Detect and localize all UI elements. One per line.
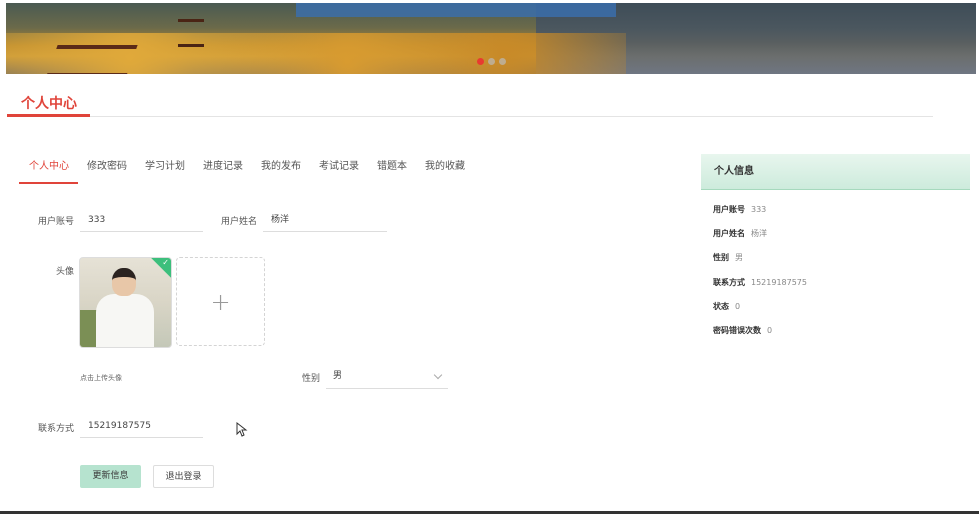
tab-my-posts[interactable]: 我的发布: [252, 160, 310, 182]
info-row-name: 用户姓名 杨洋: [713, 229, 767, 238]
bench-image: [46, 45, 138, 74]
chevron-down-icon: [433, 370, 443, 380]
info-row-account: 用户账号 333: [713, 205, 767, 214]
tab-wrong-questions[interactable]: 错题本: [368, 160, 416, 182]
info-panel-title: 个人信息: [701, 154, 970, 190]
contact-label: 联系方式: [37, 424, 74, 434]
mouse-cursor-icon: [236, 422, 248, 437]
gender-select[interactable]: 男: [326, 366, 448, 389]
banner-tarp-image: [296, 3, 616, 17]
info-row-gender: 性别男: [713, 253, 743, 262]
upload-hint: 点击上传头像: [80, 374, 122, 382]
name-label: 用户姓名: [220, 217, 257, 227]
tab-exam-records[interactable]: 考试记录: [310, 160, 368, 182]
title-underline: [7, 114, 90, 117]
update-info-button[interactable]: 更新信息: [80, 465, 141, 488]
logout-button[interactable]: 退出登录: [153, 465, 214, 488]
account-label: 用户账号: [37, 217, 74, 227]
avatar[interactable]: ✓: [79, 257, 172, 348]
carousel-dot[interactable]: [499, 58, 506, 65]
title-divider: [7, 116, 933, 117]
carousel-dot[interactable]: [488, 58, 495, 65]
tab-profile[interactable]: 个人中心: [19, 160, 78, 184]
gender-value: 男: [333, 371, 343, 381]
info-row-status: 状态 0: [713, 302, 741, 311]
gender-label: 性别: [301, 374, 320, 384]
tab-study-plan[interactable]: 学习计划: [136, 160, 194, 182]
tab-change-password[interactable]: 修改密码: [78, 160, 136, 182]
account-field[interactable]: 333: [80, 210, 203, 232]
tab-favorites[interactable]: 我的收藏: [416, 160, 474, 182]
info-row-contact: 联系方式 15219187575: [713, 278, 807, 287]
check-icon: ✓: [162, 258, 169, 267]
carousel-indicators: [477, 58, 506, 65]
page-title: 个人中心: [21, 96, 77, 112]
carousel-dot[interactable]: [477, 58, 484, 65]
name-field[interactable]: 杨洋: [263, 210, 387, 232]
tab-progress[interactable]: 进度记录: [194, 160, 252, 182]
bench-image: [178, 19, 204, 47]
contact-field[interactable]: 15219187575: [80, 416, 203, 438]
info-row-password-errors: 密码错误次数 0: [713, 326, 773, 335]
upload-avatar-button[interactable]: +: [176, 257, 265, 346]
avatar-label: 头像: [55, 267, 74, 277]
profile-tabs: 个人中心 修改密码 学习计划 进度记录 我的发布 考试记录 错题本 我的收藏: [19, 160, 474, 184]
